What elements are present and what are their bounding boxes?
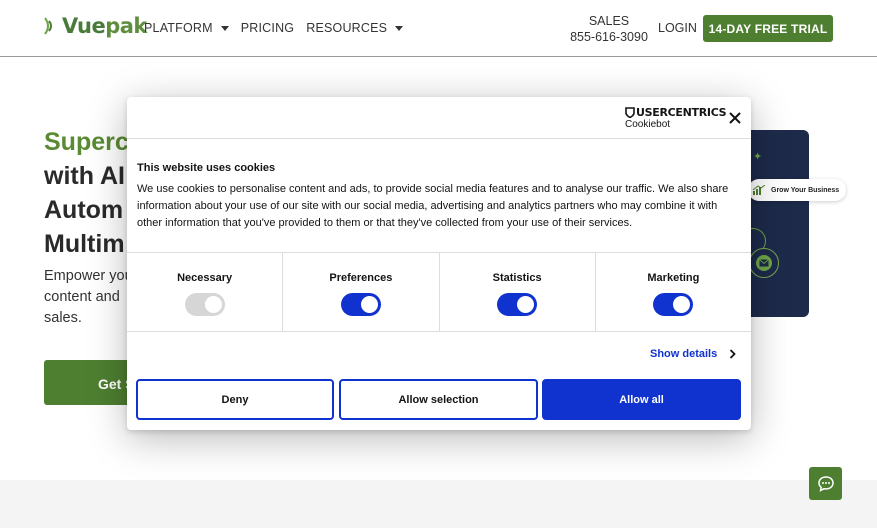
- category-label: Necessary: [177, 272, 233, 284]
- hero-title-line: with AI: [44, 162, 126, 190]
- allow-selection-button[interactable]: Allow selection: [339, 379, 538, 420]
- preferences-toggle[interactable]: [340, 293, 381, 316]
- chevron-down-icon: [395, 25, 404, 31]
- login-link[interactable]: LOGIN: [658, 21, 697, 35]
- chat-button[interactable]: [809, 467, 842, 500]
- hero-sub-line: Empower you: [44, 268, 133, 284]
- hero-subtitle: Empower you content and sales.: [44, 266, 134, 329]
- main-nav: PLATFORM PRICING RESOURCES: [144, 21, 415, 35]
- deny-button[interactable]: Deny: [136, 379, 334, 420]
- dialog-title: This website uses cookies: [137, 162, 276, 174]
- nav-resources-label: RESOURCES: [306, 21, 388, 35]
- hero-title-line: Autom: [44, 196, 124, 224]
- show-details-label: Show details: [650, 348, 718, 360]
- vuepak-logo[interactable]: Vuepak: [42, 14, 147, 38]
- category-marketing: Marketing: [596, 253, 751, 331]
- nav-platform[interactable]: PLATFORM: [144, 21, 229, 35]
- allow-all-button[interactable]: Allow all: [542, 379, 741, 420]
- hero-title: Superc with AI Autom Multim: [44, 125, 129, 261]
- hero-sub-line: content and: [44, 289, 120, 305]
- sales-phone: 855-616-3090: [570, 30, 648, 44]
- grow-business-badge: Grow Your Business: [748, 179, 846, 201]
- chevron-right-icon: [730, 349, 737, 359]
- sales-label: SALES: [588, 14, 630, 28]
- sparkle-icon: ✦: [753, 151, 763, 163]
- close-icon[interactable]: [727, 110, 743, 126]
- nav-resources[interactable]: RESOURCES: [306, 21, 404, 35]
- category-necessary: Necessary: [127, 253, 284, 331]
- shield-icon: [625, 107, 635, 118]
- site-header: Vuepak PLATFORM PRICING RESOURCES SALES …: [0, 0, 877, 57]
- statistics-toggle[interactable]: [497, 293, 538, 316]
- show-details-link[interactable]: Show details: [650, 348, 737, 360]
- nav-pricing-label: PRICING: [240, 21, 295, 35]
- mail-bubble: [749, 248, 779, 278]
- category-preferences: Preferences: [283, 253, 440, 331]
- hero-sub-line: sales.: [44, 310, 82, 326]
- necessary-toggle: [184, 293, 225, 316]
- free-trial-button[interactable]: 14-DAY FREE TRIAL: [703, 15, 833, 42]
- hero-title-line: Superc: [44, 128, 129, 156]
- chevron-down-icon: [220, 25, 229, 31]
- usercentrics-cookiebot-logo: USERCENTRICS Cookiebot: [625, 106, 727, 130]
- brand-cookiebot: Cookiebot: [625, 119, 671, 130]
- mail-icon: [756, 255, 772, 271]
- marketing-toggle[interactable]: [653, 293, 694, 316]
- dialog-header: USERCENTRICS Cookiebot: [127, 97, 751, 139]
- cookie-consent-dialog: USERCENTRICS Cookiebot This website uses…: [127, 97, 751, 430]
- brand-usercentrics: USERCENTRICS: [636, 106, 727, 119]
- nav-platform-label: PLATFORM: [144, 21, 213, 35]
- dialog-body-text: We use cookies to personalise content an…: [137, 183, 729, 229]
- category-label: Marketing: [647, 272, 700, 284]
- consent-categories: Necessary Preferences Statistics Marketi…: [127, 252, 751, 332]
- badge-label: Grow Your Business: [771, 186, 840, 194]
- bar-chart-icon: [753, 185, 765, 195]
- chat-icon: [817, 475, 834, 492]
- nav-pricing[interactable]: PRICING: [241, 21, 295, 35]
- hero-title-line: Multim: [44, 230, 125, 258]
- category-label: Preferences: [329, 272, 393, 284]
- category-label: Statistics: [492, 272, 542, 284]
- logo-text: Vuepak: [62, 14, 147, 38]
- logo-waves-icon: [44, 17, 52, 35]
- sales-contact[interactable]: SALES 855-616-3090: [566, 13, 652, 45]
- footer-band: [0, 480, 877, 528]
- category-statistics: Statistics: [440, 253, 596, 331]
